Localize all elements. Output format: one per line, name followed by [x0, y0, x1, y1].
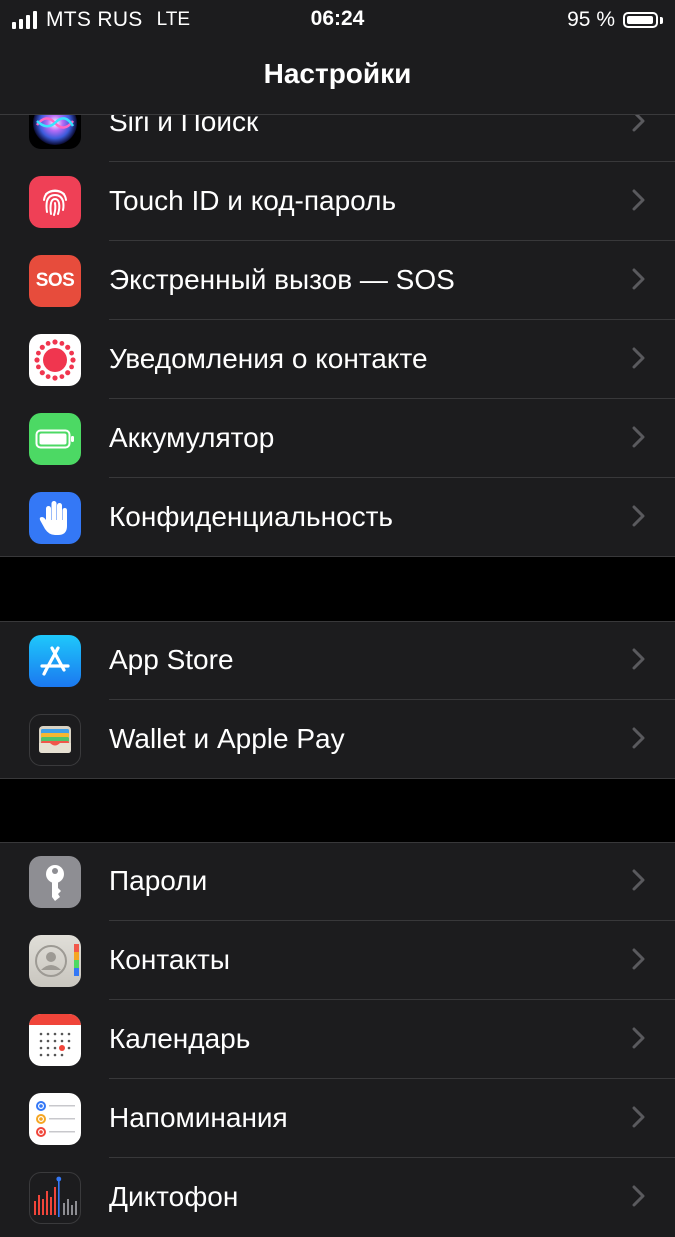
- chevron-right-icon: [632, 505, 645, 527]
- settings-row-label: Touch ID и код-пароль: [109, 185, 397, 216]
- settings-group-system: Siri и Поиск Touch ID и код-пароль SOS Э…: [0, 83, 675, 557]
- navigation-bar: Настройки: [0, 40, 675, 115]
- battery-status-icon: [623, 12, 658, 28]
- chevron-right-icon: [632, 268, 645, 290]
- page-title: Настройки: [263, 58, 412, 89]
- chevron-right-icon: [632, 1027, 645, 1049]
- settings-row-contacts[interactable]: Контакты: [0, 921, 675, 1000]
- chevron-right-icon: [632, 426, 645, 448]
- chevron-right-icon: [632, 189, 645, 211]
- settings-row-touch-id[interactable]: Touch ID и код-пароль: [0, 162, 675, 241]
- settings-row-label: App Store: [109, 644, 234, 675]
- settings-row-label: Аккумулятор: [109, 422, 275, 453]
- settings-row-app-store[interactable]: App Store: [0, 621, 675, 700]
- settings-row-battery[interactable]: Аккумулятор: [0, 399, 675, 478]
- wallet-icon: [29, 714, 81, 766]
- sos-icon: SOS: [29, 255, 81, 307]
- chevron-right-icon: [632, 1106, 645, 1128]
- settings-row-emergency-sos[interactable]: SOS Экстренный вызов — SOS: [0, 241, 675, 320]
- settings-row-label: Конфиденциальность: [109, 501, 394, 532]
- battery-icon: [29, 413, 81, 465]
- chevron-right-icon: [632, 648, 645, 670]
- chevron-right-icon: [632, 869, 645, 891]
- settings-row-voice-memos[interactable]: Диктофон: [0, 1158, 675, 1237]
- calendar-icon: [29, 1014, 81, 1066]
- settings-row-label: Контакты: [109, 944, 230, 975]
- battery-percentage: 95 %: [567, 8, 615, 31]
- reminders-icon: [29, 1093, 81, 1145]
- settings-group-stores: App Store Wallet и Apple Pay: [0, 621, 675, 779]
- settings-row-label: Календарь: [109, 1023, 251, 1054]
- status-right: 95 %: [567, 8, 663, 32]
- chevron-right-icon: [632, 347, 645, 369]
- voice-memos-icon: [29, 1172, 81, 1224]
- battery-fill: [627, 16, 653, 24]
- settings-row-exposure-notifications[interactable]: Уведомления о контакте: [0, 320, 675, 399]
- settings-row-reminders[interactable]: Напоминания: [0, 1079, 675, 1158]
- battery-cap: [660, 16, 663, 24]
- settings-row-wallet[interactable]: Wallet и Apple Pay: [0, 700, 675, 779]
- contacts-icon: [29, 935, 81, 987]
- settings-group-apps: Пароли Контакты Календарь Напоминания Ди…: [0, 842, 675, 1237]
- settings-row-label: Уведомления о контакте: [109, 343, 428, 374]
- settings-row-privacy[interactable]: Конфиденциальность: [0, 478, 675, 557]
- settings-row-label: Напоминания: [109, 1102, 288, 1133]
- sos-icon-text: SOS: [35, 270, 75, 291]
- hand-icon: [29, 492, 81, 544]
- settings-row-label: Диктофон: [109, 1181, 239, 1212]
- app-store-icon: [29, 635, 81, 687]
- fingerprint-icon: [29, 176, 81, 228]
- settings-row-label: Пароли: [109, 865, 208, 896]
- key-icon: [29, 856, 81, 908]
- settings-row-calendar[interactable]: Календарь: [0, 1000, 675, 1079]
- chevron-right-icon: [632, 1185, 645, 1207]
- chevron-right-icon: [632, 727, 645, 749]
- settings-row-label: Экстренный вызов — SOS: [109, 264, 455, 295]
- settings-row-passwords[interactable]: Пароли: [0, 842, 675, 921]
- settings-row-label: Wallet и Apple Pay: [109, 723, 345, 754]
- exposure-notification-icon: [29, 334, 81, 386]
- status-bar: MTS RUS LTE 06:24 95 %: [0, 0, 675, 40]
- chevron-right-icon: [632, 948, 645, 970]
- group-bottom-border: [0, 778, 675, 779]
- group-bottom-border: [0, 556, 675, 557]
